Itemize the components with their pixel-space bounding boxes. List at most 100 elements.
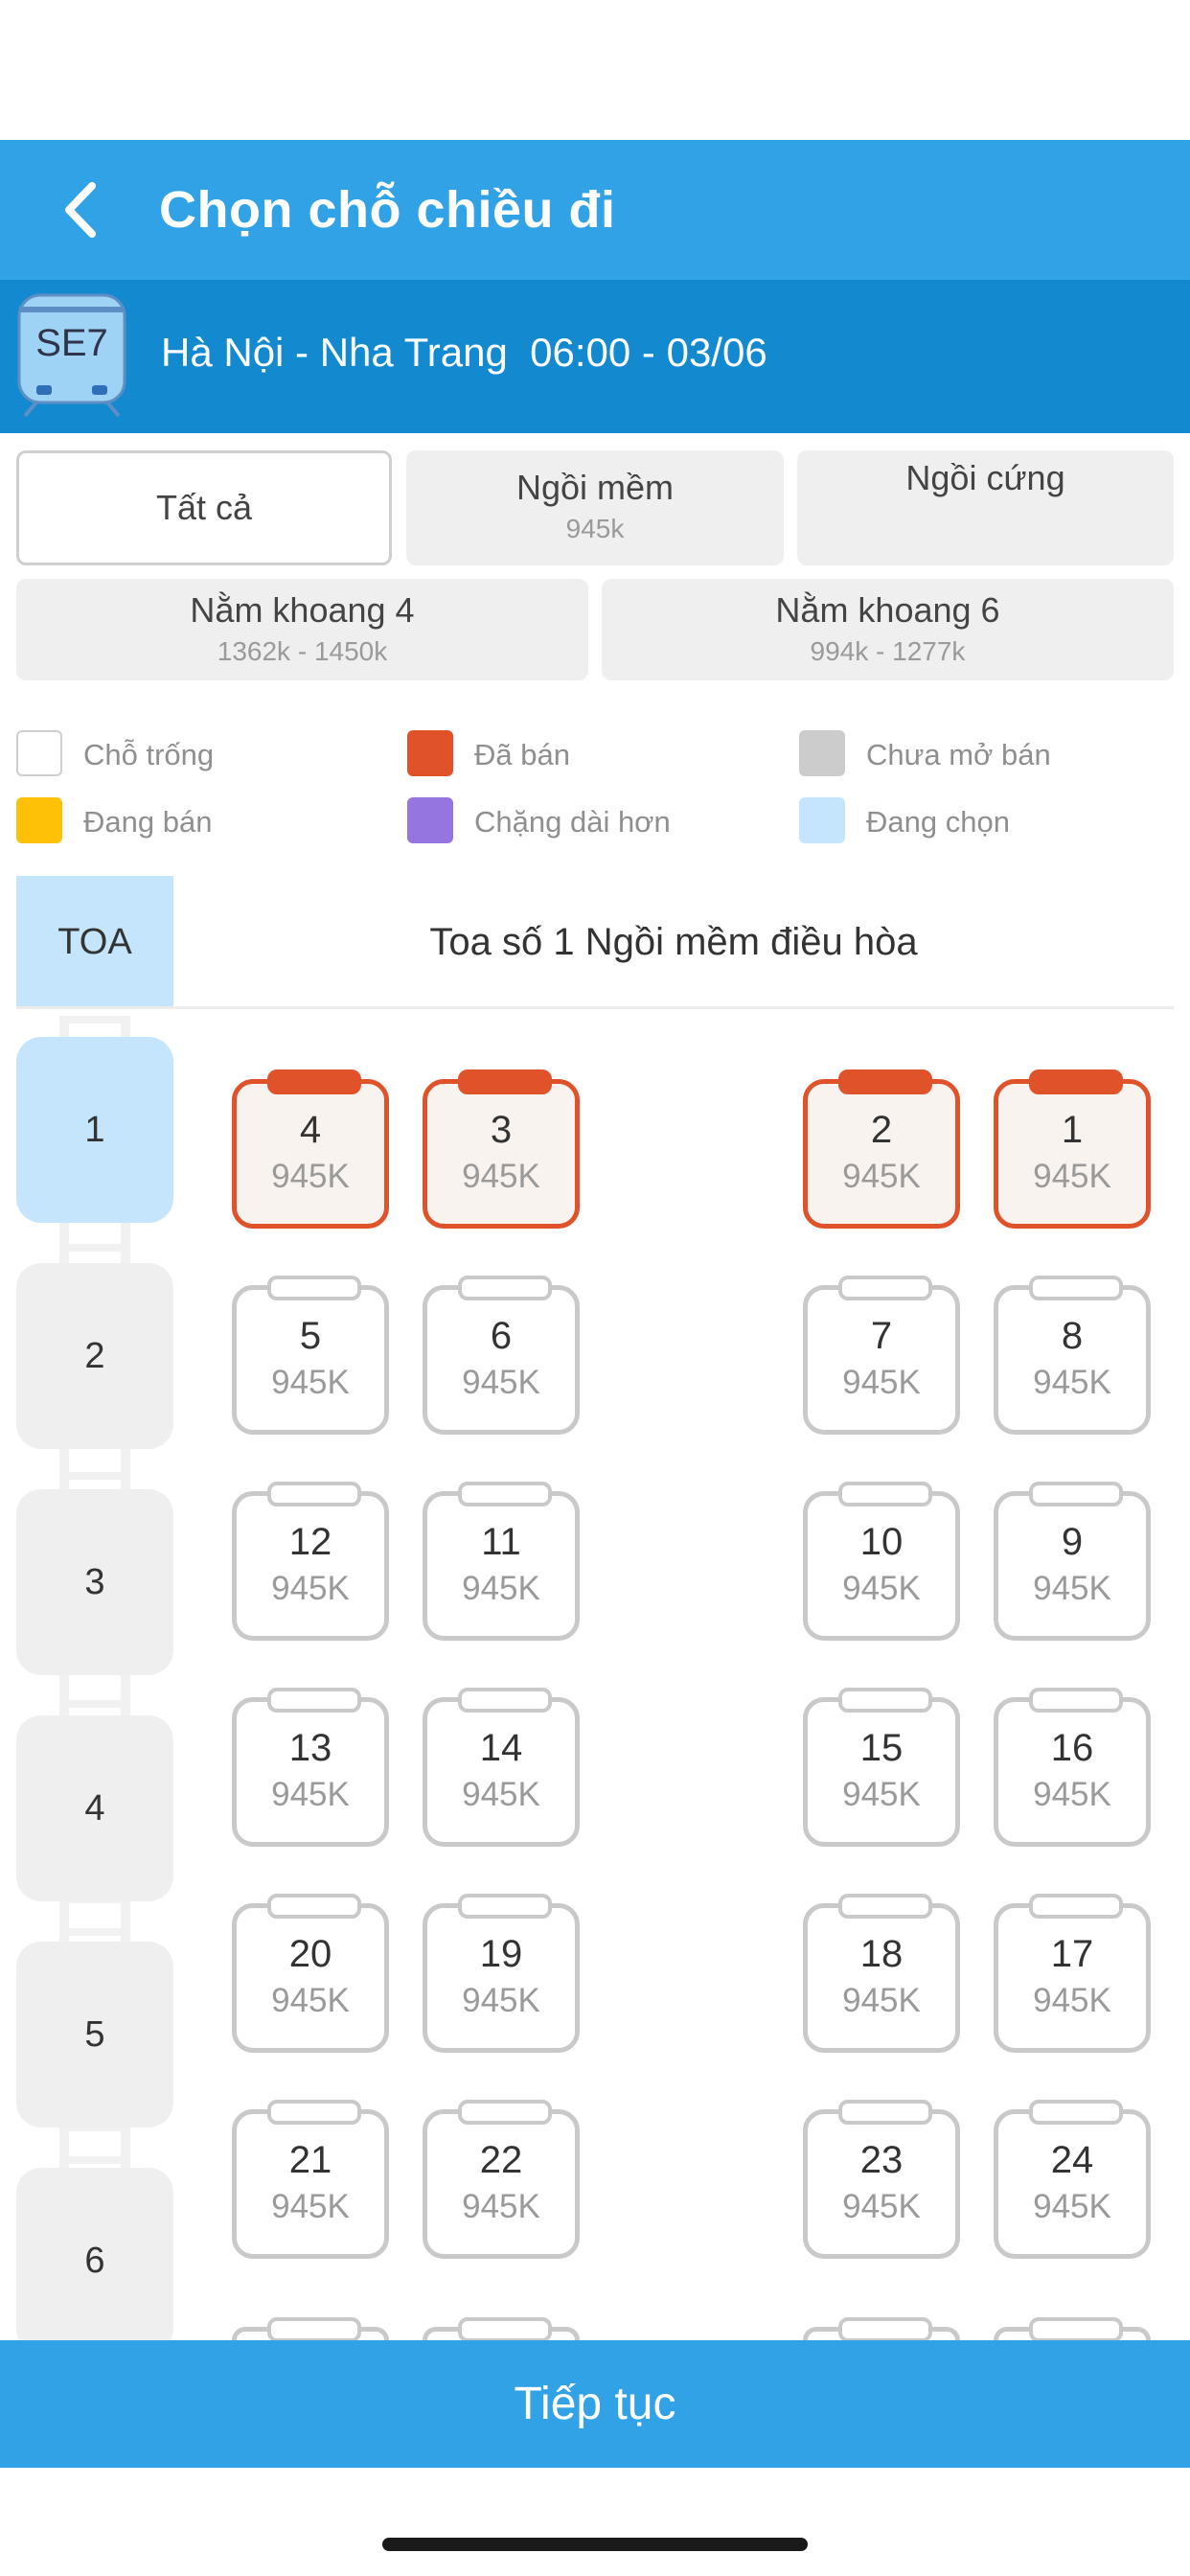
seat-8[interactable]: 8 945K xyxy=(994,1276,1151,1435)
seat-price: 945K xyxy=(271,1570,350,1607)
train-info-bar: SE7 Hà Nội - Nha Trang 06:00 - 03/06 xyxy=(0,280,1190,433)
seat-price: 945K xyxy=(842,2188,921,2225)
toa-header: TOA xyxy=(16,876,173,1008)
seat-price: 945K xyxy=(842,1982,921,2019)
seat-number: 13 xyxy=(288,1727,332,1769)
seat-number: 19 xyxy=(479,1933,523,1975)
seat-number: 16 xyxy=(1050,1727,1094,1769)
seat-13[interactable]: 13 945K xyxy=(232,1688,389,1847)
filter-sleeper-4[interactable]: Nằm khoang 4 1362k - 1450k xyxy=(16,579,588,680)
seat-15[interactable]: 15 945K xyxy=(803,1688,960,1847)
legend-swatch xyxy=(407,730,453,776)
seat-number: 12 xyxy=(288,1521,332,1563)
compartment-5[interactable]: 5 xyxy=(16,1942,173,2128)
filter-label: Nằm khoang 4 xyxy=(190,590,415,630)
seat-number: 20 xyxy=(288,1933,332,1975)
seat-price: 945K xyxy=(1033,1364,1111,1401)
seat-price: 945K xyxy=(462,1570,540,1607)
seat-23[interactable]: 23 945K xyxy=(803,2100,960,2259)
seat-10[interactable]: 10 945K xyxy=(803,1482,960,1641)
legend-label: Đang bán xyxy=(83,805,213,839)
seat-number: 2 xyxy=(870,1109,893,1151)
seat-7[interactable]: 7 945K xyxy=(803,1276,960,1435)
seat-3[interactable]: 3 945K xyxy=(423,1070,580,1229)
seat-price: 945K xyxy=(842,1364,921,1401)
seat-number: 9 xyxy=(1061,1521,1084,1563)
seat-number: 18 xyxy=(859,1933,904,1975)
train-code: SE7 xyxy=(35,322,108,364)
filter-soft-seat[interactable]: Ngồi mềm 945k xyxy=(406,450,784,565)
seat-17[interactable]: 17 945K xyxy=(994,1894,1151,2053)
seat-number: 4 xyxy=(299,1109,322,1151)
filter-label: Ngồi mềm xyxy=(515,468,675,507)
seat-18[interactable]: 18 945K xyxy=(803,1894,960,2053)
compartment-4[interactable]: 4 xyxy=(16,1715,173,1901)
seat-price: 945K xyxy=(271,2188,350,2225)
seat-number: 10 xyxy=(859,1521,904,1563)
seat-number: 23 xyxy=(859,2139,904,2181)
continue-button[interactable]: Tiếp tục xyxy=(0,2340,1190,2468)
seat-number: 8 xyxy=(1061,1315,1084,1357)
page-title: Chọn chỗ chiều đi xyxy=(159,181,616,239)
seat-1[interactable]: 1 945K xyxy=(994,1070,1151,1229)
seat-partial xyxy=(232,2317,389,2342)
legend-swatch xyxy=(407,797,453,843)
seat-2[interactable]: 2 945K xyxy=(803,1070,960,1229)
seat-4[interactable]: 4 945K xyxy=(232,1070,389,1229)
seat-number: 11 xyxy=(481,1521,521,1563)
legend-swatch xyxy=(799,730,845,776)
seat-number: 14 xyxy=(479,1727,523,1769)
legend-label: Đang chọn xyxy=(866,805,1010,839)
status-bar xyxy=(0,0,1190,140)
coach-title: Toa số 1 Ngồi mềm điều hòa xyxy=(429,921,918,963)
seat-price: 945K xyxy=(462,2188,540,2225)
seat-20[interactable]: 20 945K xyxy=(232,1894,389,2053)
seat-partial xyxy=(803,2317,960,2342)
seat-price: 945K xyxy=(271,1158,350,1195)
seat-16[interactable]: 16 945K xyxy=(994,1688,1151,1847)
filter-all[interactable]: Tất cả xyxy=(16,450,392,565)
route-info: Hà Nội - Nha Trang 06:00 - 03/06 xyxy=(161,330,767,375)
seat-12[interactable]: 12 945K xyxy=(232,1482,389,1641)
seat-price: 945K xyxy=(1033,1570,1111,1607)
seat-price: 945K xyxy=(842,1776,921,1813)
filter-hard-seat[interactable]: Ngồi cứng xyxy=(797,450,1174,565)
seat-number: 1 xyxy=(1061,1109,1084,1151)
seat-price: 945K xyxy=(842,1158,921,1195)
back-arrow-icon[interactable] xyxy=(50,176,117,243)
seat-price: 945K xyxy=(462,1982,540,2019)
filter-price: 1362k - 1450k xyxy=(217,636,388,666)
seat-price: 945K xyxy=(462,1158,540,1195)
seat-price: 945K xyxy=(271,1364,350,1401)
filter-sleeper-6[interactable]: Nằm khoang 6 994k - 1277k xyxy=(602,579,1174,680)
seat-19[interactable]: 19 945K xyxy=(423,1894,580,2053)
compartment-6[interactable]: 6 xyxy=(16,2168,173,2354)
seat-price: 945K xyxy=(1033,1982,1111,2019)
seat-number: 6 xyxy=(490,1315,513,1357)
legend-label: Chưa mở bán xyxy=(866,738,1051,771)
seat-24[interactable]: 24 945K xyxy=(994,2100,1151,2259)
seat-price: 945K xyxy=(842,1570,921,1607)
seat-22[interactable]: 22 945K xyxy=(423,2100,580,2259)
seat-9[interactable]: 9 945K xyxy=(994,1482,1151,1641)
legend-label: Chỗ trống xyxy=(83,738,215,771)
seat-6[interactable]: 6 945K xyxy=(423,1276,580,1435)
filter-label: Ngồi cứng xyxy=(905,458,1065,497)
legend-label: Chặng dài hơn xyxy=(474,805,671,839)
seat-price: 945K xyxy=(462,1776,540,1813)
compartment-1[interactable]: 1 xyxy=(16,1037,173,1223)
seat-number: 21 xyxy=(288,2139,332,2181)
seat-14[interactable]: 14 945K xyxy=(423,1688,580,1847)
seat-number: 7 xyxy=(870,1315,893,1357)
seat-number: 24 xyxy=(1050,2139,1094,2181)
seat-number: 5 xyxy=(299,1315,322,1357)
header-bar: Chọn chỗ chiều đi xyxy=(0,140,1190,280)
legend-swatch xyxy=(16,730,62,776)
filter-price: 945k xyxy=(565,514,625,543)
seat-5[interactable]: 5 945K xyxy=(232,1276,389,1435)
compartment-2[interactable]: 2 xyxy=(16,1263,173,1449)
compartment-3[interactable]: 3 xyxy=(16,1489,173,1675)
seat-price: 945K xyxy=(462,1364,540,1401)
seat-11[interactable]: 11 945K xyxy=(423,1482,580,1641)
seat-21[interactable]: 21 945K xyxy=(232,2100,389,2259)
